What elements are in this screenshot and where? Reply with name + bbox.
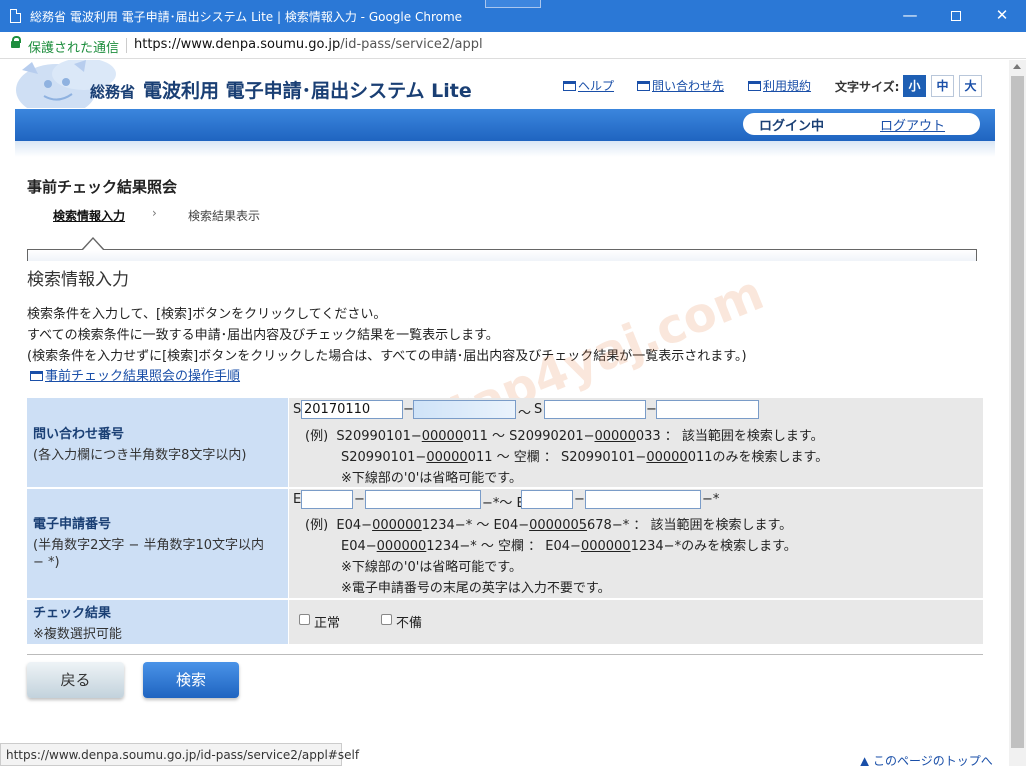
vertical-scrollbar[interactable] — [1009, 60, 1026, 766]
inquiry-from-serial-input[interactable] — [413, 400, 516, 419]
window-icon — [30, 371, 43, 381]
font-size-small-button[interactable]: 小 — [903, 75, 926, 97]
check-label: チェック結果 — [33, 606, 112, 621]
minimize-button[interactable]: — — [887, 0, 933, 32]
epermit-from-code-input[interactable] — [301, 490, 353, 509]
window-icon — [748, 81, 761, 91]
font-size-large-button[interactable]: 大 — [959, 75, 982, 97]
logout-link[interactable]: ログアウト — [880, 115, 945, 134]
epermit-suffix: −* — [702, 492, 720, 507]
address-bar[interactable]: 保護された通信 https://www.denpa.soumu.go.jp/id… — [0, 32, 1026, 59]
window-icon — [637, 81, 650, 91]
step-pointer-inner — [83, 239, 103, 250]
font-size-label: 文字サイズ: — [835, 80, 900, 94]
search-button[interactable]: 検索 — [143, 662, 239, 698]
inquiry-note: ※下線部の'0'は省略可能です。 — [341, 471, 523, 486]
inquiry-prefix-to: S — [534, 402, 543, 417]
epermit-label-cell: 電子申請番号 (半角数字2文字 − 半角数字10文字以内 − *) — [27, 489, 288, 598]
ministry-name: 総務省 — [90, 83, 136, 101]
breadcrumb-current-step: 検索情報入力 — [53, 209, 126, 223]
terms-link[interactable]: 利用規約 — [748, 77, 811, 94]
checkbox-normal-label[interactable]: 正常 — [314, 612, 340, 631]
section-frame — [27, 249, 977, 261]
check-sublabel: ※複数選択可能 — [33, 627, 122, 642]
epermit-from-number-input[interactable] — [365, 490, 481, 509]
page-content: 総務省 電波利用 電子申請･届出システム Lite ヘルプ 問い合わせ先 利用規約… — [0, 60, 1009, 766]
breadcrumb-next-step: 検索結果表示 — [188, 209, 261, 223]
epermit-dash-2: − — [574, 492, 585, 507]
inquiry-to-date-input[interactable] — [544, 400, 646, 419]
page-title: 事前チェック結果照会 — [27, 178, 178, 196]
epermit-example-1: (例) E04−0000001234−* 〜 E04−0000005678−* … — [305, 518, 793, 533]
inquiry-to-serial-input[interactable] — [656, 400, 759, 419]
inquiry-from-date-input[interactable]: 20170110 — [301, 400, 403, 419]
manual-link-label: 事前チェック結果照会の操作手順 — [45, 369, 241, 384]
inquiry-value-cell: S 20170110 − 〜 S − (例) S20990101−0000001… — [289, 398, 983, 487]
window-drag-notch — [485, 0, 541, 8]
checkbox-defect[interactable] — [381, 614, 392, 625]
scrollbar-thumb[interactable] — [1011, 76, 1024, 748]
help-link-label: ヘルプ — [578, 79, 615, 93]
scroll-up-arrow-icon[interactable] — [1013, 64, 1021, 69]
epermit-note-2: ※電子申請番号の末尾の英字は入力不要です。 — [341, 581, 611, 596]
epermit-note-1: ※下線部の'0'は省略可能です。 — [341, 560, 523, 575]
window-titlebar: 総務省 電波利用 電子申請･届出システム Lite | 検索情報入力 - Goo… — [0, 0, 1026, 32]
maximize-button[interactable] — [933, 0, 979, 32]
terms-link-label: 利用規約 — [763, 79, 812, 93]
epermit-prefix-from: E — [293, 492, 302, 507]
address-separator — [126, 38, 127, 53]
check-label-cell: チェック結果 ※複数選択可能 — [27, 600, 288, 644]
check-value-cell: 正常 不備 — [289, 600, 983, 644]
url-text[interactable]: https://www.denpa.soumu.go.jp/id-pass/se… — [134, 37, 483, 52]
inquiry-label-cell: 問い合わせ番号 (各入力欄につき半角数字8文字以内) — [27, 398, 288, 487]
url-host: https://www.denpa.soumu.go.jp — [134, 37, 341, 52]
header-bar-shadow — [15, 141, 995, 157]
epermit-dash: − — [354, 492, 365, 507]
inquiry-example-2: S20990101−00000011 〜 空欄 ： S20990101−0000… — [341, 450, 829, 465]
epermit-to-number-input[interactable] — [585, 490, 701, 509]
epermit-tilde: −*〜 E — [482, 496, 525, 511]
inquiry-tilde: 〜 — [518, 406, 532, 421]
close-button[interactable]: ✕ — [979, 0, 1025, 32]
site-brand[interactable]: 総務省 電波利用 電子申請･届出システム Lite — [90, 76, 472, 103]
epermit-sublabel-2: − *) — [33, 555, 60, 570]
contact-link-label: 問い合わせ先 — [652, 79, 725, 93]
description-line-2: すべての検索条件に一致する申請･届出内容及びチェック結果を一覧表示します。 — [27, 328, 499, 343]
checkbox-defect-label[interactable]: 不備 — [396, 612, 422, 631]
page-top-link[interactable]: ▲ このページのトップへ — [860, 752, 993, 766]
manual-link[interactable]: 事前チェック結果照会の操作手順 — [30, 365, 240, 384]
epermit-example-2: E04−0000001234−* 〜 空欄 ： E04−0000001234−*… — [341, 539, 797, 554]
checkbox-normal[interactable] — [299, 614, 310, 625]
help-link[interactable]: ヘルプ — [563, 77, 614, 94]
breadcrumb-arrow-icon: › — [152, 206, 157, 220]
secure-connection-label: 保護された通信 — [28, 41, 120, 56]
url-path: /id-pass/service2/appl — [340, 37, 483, 52]
lock-icon — [11, 36, 21, 48]
inquiry-label: 問い合わせ番号 — [33, 427, 125, 442]
font-size-medium-button[interactable]: 中 — [931, 75, 954, 97]
epermit-to-code-input[interactable] — [521, 490, 573, 509]
section-title: 検索情報入力 — [27, 270, 129, 290]
window-icon — [563, 81, 576, 91]
form-bottom-divider — [27, 654, 983, 655]
status-bar-url: https://www.denpa.soumu.go.jp/id-pass/se… — [0, 743, 359, 766]
window-title: 総務省 電波利用 電子申請･届出システム Lite | 検索情報入力 - Goo… — [30, 10, 463, 24]
system-name: 電波利用 電子申請･届出システム Lite — [143, 80, 472, 102]
epermit-sublabel-1: (半角数字2文字 − 半角数字10文字以内 — [33, 538, 265, 553]
contact-link[interactable]: 問い合わせ先 — [637, 77, 724, 94]
login-status: ログイン中 — [759, 119, 825, 134]
maximize-icon — [951, 10, 961, 21]
document-icon — [10, 9, 21, 23]
inquiry-example-1: (例) S20990101−00000011 〜 S20990201−00000… — [305, 429, 824, 444]
epermit-label: 電子申請番号 — [33, 517, 112, 532]
epermit-value-cell: E − −*〜 E − −* (例) E04−0000001234−* 〜 E0… — [289, 489, 983, 598]
inquiry-sublabel: (各入力欄につき半角数字8文字以内) — [33, 448, 247, 463]
description-line-1: 検索条件を入力して、[検索]ボタンをクリックしてください。 — [27, 307, 387, 322]
back-button[interactable]: 戻る — [27, 662, 124, 698]
